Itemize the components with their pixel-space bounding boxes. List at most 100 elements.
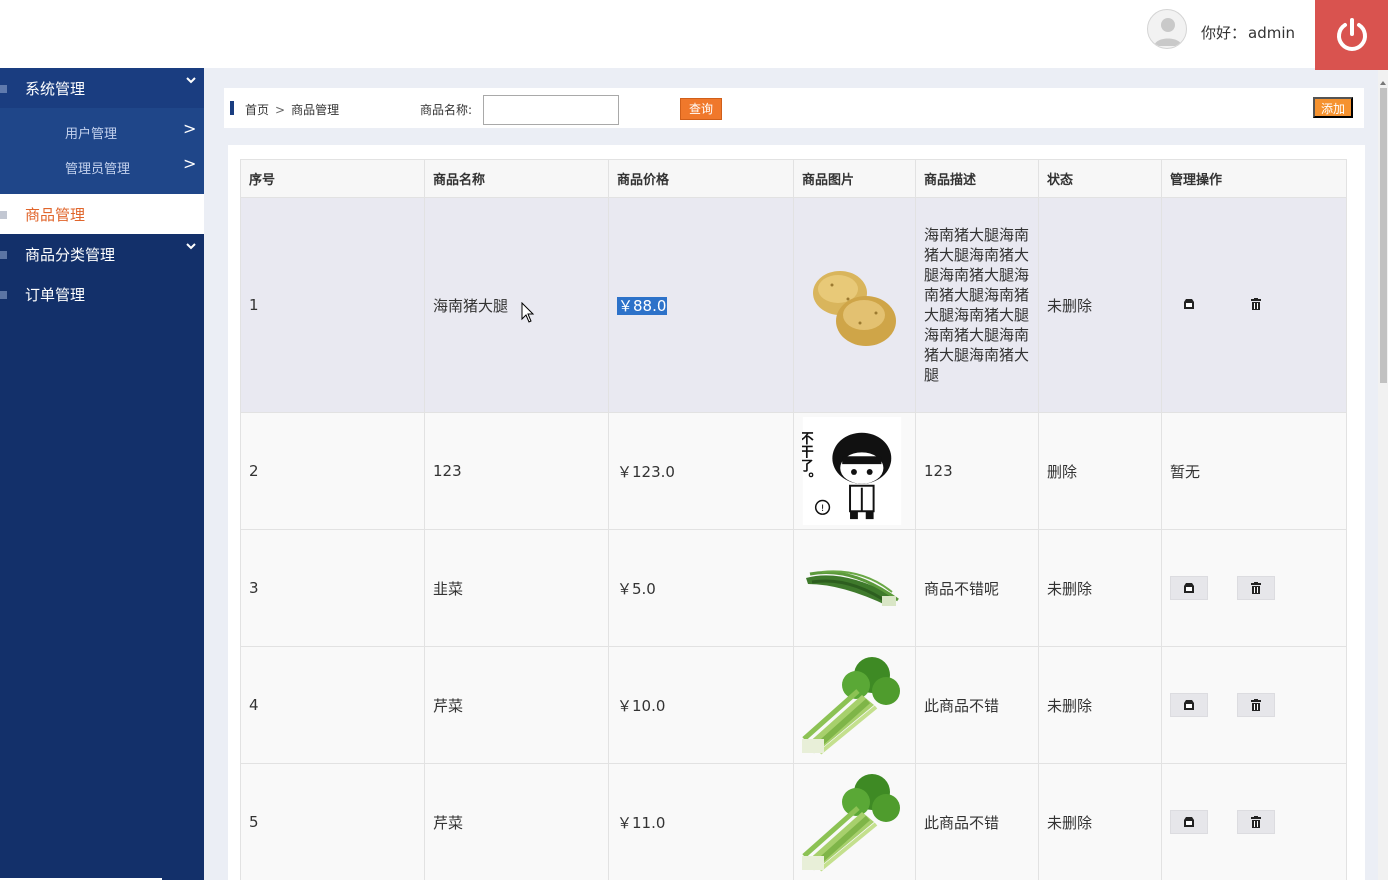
- table-row: 4 芹菜 ￥10.0 此商品不错 未删除: [240, 646, 1347, 764]
- delete-button[interactable]: [1236, 576, 1275, 600]
- power-icon: [1336, 18, 1367, 51]
- cell-image: [793, 763, 916, 880]
- cell-actions: 暂无: [1161, 412, 1347, 530]
- cell-image: [793, 646, 916, 764]
- trash-icon: [1250, 816, 1261, 828]
- edit-button[interactable]: [1170, 293, 1208, 317]
- edit-icon: [1184, 817, 1194, 827]
- cell-no: 4: [240, 646, 425, 764]
- cell-no: 5: [240, 763, 425, 880]
- delete-button[interactable]: [1236, 810, 1275, 834]
- logout-button[interactable]: [1315, 0, 1388, 70]
- sidebar-item-label: 商品管理: [25, 206, 86, 224]
- cell-desc: 商品不错呢: [915, 529, 1039, 647]
- cell-status: 未删除: [1038, 646, 1162, 764]
- sidebar-submenu: 用户管理 > 管理员管理 >: [0, 108, 204, 194]
- sidebar-item-admins[interactable]: 管理员管理 >: [0, 149, 204, 185]
- cell-status: 未删除: [1038, 763, 1162, 880]
- sidebar-item-label: 订单管理: [25, 286, 86, 304]
- svg-text:!: !: [821, 503, 825, 514]
- edit-button[interactable]: [1170, 693, 1208, 717]
- scrollbar-thumb[interactable]: [1380, 88, 1387, 383]
- edit-button[interactable]: [1170, 576, 1208, 600]
- breadcrumb-separator: >: [275, 103, 286, 117]
- sidebar-item-products[interactable]: 商品管理: [0, 194, 204, 234]
- chevron-down-icon: [185, 75, 197, 89]
- cell-price: ￥88.0: [608, 197, 794, 413]
- breadcrumb: 首页 > 商品管理: [245, 101, 339, 118]
- trash-icon: [1250, 582, 1261, 594]
- table-row: 1 海南猪大腿 ￥88.0 海南猪大腿海南猪大腿海南猪大腿海南猪大腿海南猪大腿海…: [240, 197, 1347, 413]
- column-header-image: 商品图片: [793, 159, 916, 198]
- query-button[interactable]: 查询: [680, 98, 722, 120]
- breadcrumb-home[interactable]: 首页: [245, 103, 269, 117]
- column-header-status: 状态: [1038, 159, 1162, 198]
- sidebar-item-orders[interactable]: 订单管理: [0, 274, 204, 314]
- price-text-selected: ￥88.0: [617, 296, 668, 315]
- add-button[interactable]: 添加: [1313, 97, 1353, 118]
- cell-image: [793, 197, 916, 413]
- sidebar-item-system[interactable]: 系统管理: [0, 68, 204, 108]
- sidebar: 系统管理 用户管理 > 管理员管理 > 商品管理 商品分类管理 订单管理: [0, 68, 204, 880]
- search-label: 商品名称:: [420, 103, 473, 117]
- cell-no: 1: [240, 197, 425, 413]
- trash-icon: [1250, 699, 1261, 711]
- cartoon-text: 不干了。: [802, 431, 814, 486]
- user-avatar-icon[interactable]: [1147, 9, 1187, 49]
- cell-name: 芹菜: [424, 646, 609, 764]
- cell-name: 海南猪大腿: [424, 197, 609, 413]
- column-header-actions: 管理操作: [1161, 159, 1347, 198]
- cell-actions: [1161, 763, 1347, 880]
- cell-no: 2: [240, 412, 425, 530]
- toolbar: 首页 > 商品管理 商品名称: 查询 添加: [224, 88, 1364, 128]
- column-header-name: 商品名称: [424, 159, 609, 198]
- trash-icon: [1250, 298, 1261, 310]
- cell-status: 删除: [1038, 412, 1162, 530]
- cell-status: 未删除: [1038, 529, 1162, 647]
- chevron-right-icon: >: [183, 154, 197, 173]
- breadcrumb-marker: [230, 101, 234, 115]
- edit-icon: [1184, 583, 1194, 593]
- grid-icon: [0, 247, 8, 259]
- sidebar-item-label: 商品分类管理: [25, 246, 116, 264]
- cell-status: 未删除: [1038, 197, 1162, 413]
- scroll-up-icon[interactable]: [1379, 72, 1387, 85]
- settings-icon: [0, 81, 8, 93]
- edit-icon: [1184, 299, 1194, 309]
- cell-no: 3: [240, 529, 425, 647]
- greeting-text: 你好： admin: [1199, 22, 1295, 43]
- product-image-potato: [802, 255, 902, 355]
- chevron-down-icon: [185, 241, 197, 255]
- cell-name: 123: [424, 412, 609, 530]
- cell-desc: 海南猪大腿海南猪大腿海南猪大腿海南猪大腿海南猪大腿海南猪大腿海南猪大腿海南猪大腿…: [915, 197, 1039, 413]
- sidebar-item-users[interactable]: 用户管理 >: [0, 114, 204, 150]
- delete-button[interactable]: [1236, 693, 1275, 717]
- search-input[interactable]: [483, 95, 619, 125]
- top-header: 你好： admin: [0, 0, 1388, 70]
- cell-actions: [1161, 529, 1347, 647]
- mouse-cursor-icon: [521, 301, 535, 324]
- cell-name: 芹菜: [424, 763, 609, 880]
- product-image-cartoon: ! 不干了。: [802, 417, 902, 525]
- table-header-row: 序号 商品名称 商品价格 商品图片 商品描述 状态 管理操作: [240, 159, 1347, 198]
- sidebar-item-label: 系统管理: [25, 80, 86, 98]
- grid-icon: [0, 207, 8, 219]
- edit-icon: [1184, 700, 1194, 710]
- sidebar-subitem-label: 管理员管理: [65, 162, 131, 177]
- list-icon: [0, 287, 8, 299]
- cell-image: [793, 529, 916, 647]
- table-row: 3 韭菜 ￥5.0 商品不错呢 未删除: [240, 529, 1347, 647]
- product-image-chives: [802, 538, 902, 638]
- cell-price: ￥123.0: [608, 412, 794, 530]
- product-table: 序号 商品名称 商品价格 商品图片 商品描述 状态 管理操作 1 海南猪大腿 ￥…: [240, 159, 1347, 880]
- product-image-celery: [802, 772, 902, 872]
- sidebar-item-categories[interactable]: 商品分类管理: [0, 234, 204, 274]
- edit-button[interactable]: [1170, 810, 1208, 834]
- cell-name: 韭菜: [424, 529, 609, 647]
- column-header-no: 序号: [240, 159, 425, 198]
- cell-image: ! 不干了。: [793, 412, 916, 530]
- delete-button[interactable]: [1237, 293, 1275, 317]
- chevron-right-icon: >: [183, 119, 197, 138]
- cell-actions: [1161, 646, 1347, 764]
- cell-price: ￥11.0: [608, 763, 794, 880]
